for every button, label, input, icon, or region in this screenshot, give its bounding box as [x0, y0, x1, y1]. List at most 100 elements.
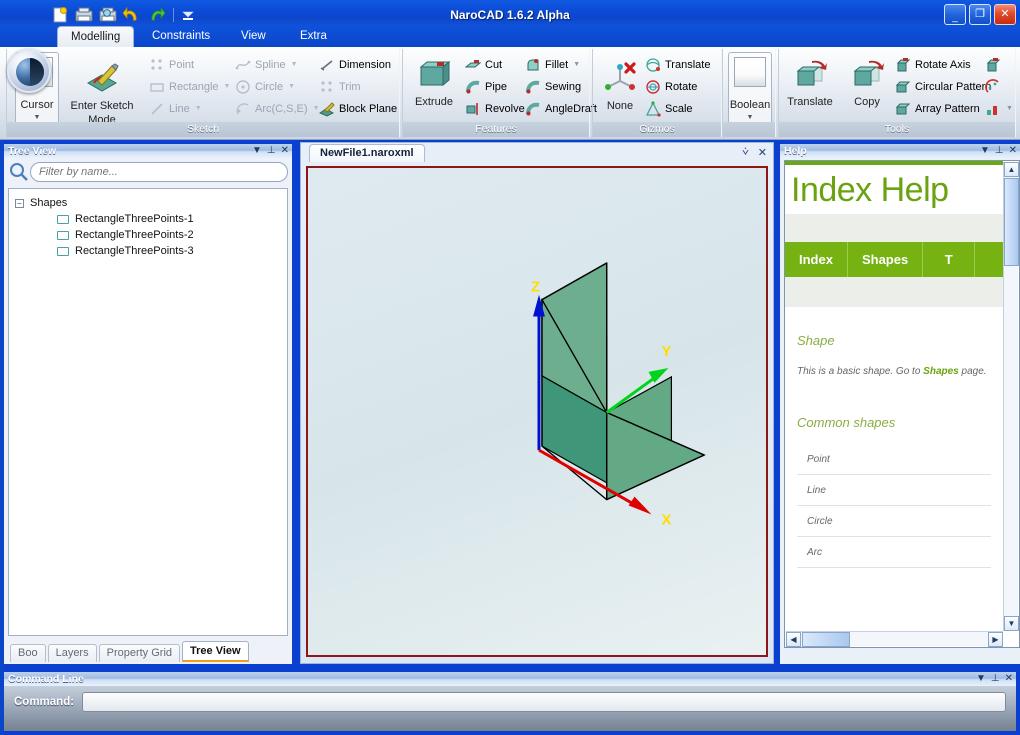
- sketch-arc-button[interactable]: Arc(C,S,E) ▼: [235, 98, 320, 119]
- help-pin-icon[interactable]: ⊥: [995, 144, 1004, 158]
- document-tab-close-icon[interactable]: ✕: [758, 146, 767, 159]
- save-as-icon[interactable]: [98, 5, 118, 25]
- tab-tree-view[interactable]: Tree View: [182, 641, 249, 662]
- tree-view-dropdown-icon[interactable]: ▼: [252, 144, 262, 158]
- feature-sewing-button[interactable]: Sewing: [525, 76, 581, 97]
- minimize-button[interactable]: _: [944, 4, 966, 25]
- sketch-line-button[interactable]: Line ▼: [149, 98, 202, 119]
- tree-item-rectangle-1[interactable]: RectangleThreePoints-1: [9, 211, 287, 227]
- sketch-circle-button[interactable]: Circle ▼: [235, 76, 295, 97]
- tools-circular-pattern-label: Circular Pattern: [915, 80, 992, 93]
- feature-angledraft-button[interactable]: AngleDraft: [525, 98, 597, 119]
- help-list-item-point[interactable]: Point: [797, 444, 991, 475]
- tools-rotate-axis-button[interactable]: Rotate Axis: [895, 54, 971, 75]
- open-file-icon[interactable]: [74, 5, 94, 25]
- gizmo-scale-button[interactable]: Scale: [645, 98, 693, 119]
- gizmo-translate-button[interactable]: Translate: [645, 54, 710, 75]
- tab-boo[interactable]: Boo: [10, 644, 46, 662]
- trim-icon: [319, 79, 335, 95]
- tools-copy-button[interactable]: Copy: [843, 59, 891, 108]
- 3d-viewport[interactable]: Z X Y: [306, 166, 768, 657]
- gizmo-none-button[interactable]: None: [597, 61, 643, 112]
- tree-item-rectangle-3[interactable]: RectangleThreePoints-3: [9, 243, 287, 259]
- tools-circular-pattern-button[interactable]: Circular Pattern: [895, 76, 991, 97]
- feature-revolve-button[interactable]: Revolve: [465, 98, 525, 119]
- sketch-rectangle-label: Rectangle: [169, 80, 219, 93]
- boolean-dropdown[interactable]: Boolean ▼: [728, 52, 772, 128]
- gizmo-rotate-button[interactable]: Rotate: [645, 76, 697, 97]
- sketch-spline-button[interactable]: Spline ▼: [235, 54, 298, 75]
- chevron-down-icon: ▼: [288, 83, 296, 90]
- help-list-item-line[interactable]: Line: [797, 475, 991, 506]
- close-button[interactable]: ✕: [994, 4, 1016, 25]
- search-input[interactable]: [30, 162, 288, 182]
- new-file-icon[interactable]: [50, 5, 70, 25]
- tab-layers[interactable]: Layers: [47, 644, 97, 662]
- maximize-button[interactable]: ❐: [969, 4, 991, 25]
- ribbon-group-gizmos: None Translate Rotate Scale Gizmos: [592, 49, 722, 137]
- document-tab-dropdown-icon[interactable]: ⩒: [742, 146, 749, 159]
- command-input[interactable]: [82, 692, 1006, 712]
- document-tab-newfile1[interactable]: NewFile1.naroxml: [309, 144, 425, 162]
- scroll-down-button[interactable]: ▼: [1004, 616, 1019, 631]
- tree-view-title: Tree View: [8, 145, 57, 157]
- help-vscroll-thumb[interactable]: [1004, 178, 1019, 266]
- undo-icon[interactable]: [122, 5, 142, 25]
- feature-fillet-button[interactable]: Fillet ▼: [525, 54, 580, 75]
- scroll-right-button[interactable]: ▶: [988, 632, 1003, 647]
- tools-array-pattern-alt-button[interactable]: ▼: [985, 98, 1013, 119]
- help-paragraph-link[interactable]: Shapes: [923, 366, 959, 377]
- tree-item-rectangle-2[interactable]: RectangleThreePoints-2: [9, 227, 287, 243]
- help-nav-t[interactable]: T: [923, 242, 976, 277]
- help-list-item-arc[interactable]: Arc: [797, 537, 991, 568]
- document-area: NewFile1.naroxml ⩒ ✕ Z X Y: [300, 142, 774, 664]
- feature-pipe-button[interactable]: Pipe: [465, 76, 507, 97]
- tab-extra[interactable]: Extra: [287, 26, 340, 48]
- help-horizontal-scrollbar[interactable]: ◀ ▶: [786, 631, 1003, 647]
- boolean-icon: [734, 57, 766, 87]
- help-list-item-circle[interactable]: Circle: [797, 506, 991, 537]
- command-line-dropdown-icon[interactable]: ▼: [976, 672, 986, 686]
- tab-property-grid[interactable]: Property Grid: [98, 644, 181, 662]
- help-hscroll-thumb[interactable]: [802, 632, 850, 647]
- tools-array-pattern-button[interactable]: Array Pattern: [895, 98, 980, 119]
- collapse-icon[interactable]: −: [15, 198, 24, 208]
- sketch-dimension-button[interactable]: Dimension: [319, 54, 391, 75]
- tools-mirror-button[interactable]: [985, 54, 1001, 75]
- tools-copy-label: Copy: [854, 96, 880, 108]
- tools-circular-pattern-alt-button[interactable]: [985, 76, 1001, 97]
- sketch-block-plane-button[interactable]: Block Plane: [318, 98, 397, 119]
- application-menu-button[interactable]: [7, 49, 51, 93]
- feature-revolve-label: Revolve: [485, 102, 525, 115]
- chevron-down-icon: ▼: [290, 61, 298, 68]
- scroll-left-button[interactable]: ◀: [786, 632, 801, 647]
- tab-constraints[interactable]: Constraints: [139, 26, 223, 48]
- tools-translate-button[interactable]: Translate: [779, 59, 841, 108]
- help-vertical-scrollbar[interactable]: ▲ ▼: [1003, 162, 1019, 631]
- axis-y-label: Y: [661, 344, 671, 360]
- tree-view-pin-icon[interactable]: ⊥: [267, 144, 276, 158]
- tree-node-shapes[interactable]: − Shapes: [9, 195, 287, 211]
- customize-toolbar-icon[interactable]: [181, 7, 195, 23]
- sketch-trim-button[interactable]: Trim: [319, 76, 361, 97]
- tab-view[interactable]: View: [228, 26, 279, 48]
- feature-cut-button[interactable]: Cut: [464, 54, 502, 75]
- enter-sketch-mode-button[interactable]: Enter Sketch Mode: [63, 61, 141, 126]
- extrude-button[interactable]: Extrude: [407, 59, 461, 108]
- tree-view-body[interactable]: − Shapes RectangleThreePoints-1 Rectangl…: [8, 188, 288, 636]
- help-nav-shapes[interactable]: Shapes: [848, 242, 924, 277]
- redo-icon[interactable]: [146, 5, 166, 25]
- scroll-up-button[interactable]: ▲: [1004, 162, 1019, 177]
- sketch-rectangle-button[interactable]: Rectangle ▼: [149, 76, 230, 97]
- help-close-icon[interactable]: ✕: [1009, 144, 1017, 158]
- tree-view-close-icon[interactable]: ✕: [281, 144, 289, 158]
- ribbon-group-tools-label: Tools: [779, 122, 1015, 137]
- help-header: Help ▼ ⊥ ✕: [780, 144, 1020, 158]
- help-nav-index[interactable]: Index: [785, 242, 848, 277]
- chevron-down-icon: ▼: [1006, 105, 1013, 112]
- sketch-point-button[interactable]: Point: [149, 54, 199, 75]
- command-line-pin-icon[interactable]: ⊥: [991, 672, 1000, 686]
- help-dropdown-icon[interactable]: ▼: [980, 144, 990, 158]
- command-line-close-icon[interactable]: ✕: [1005, 672, 1013, 686]
- tab-modelling[interactable]: Modelling: [57, 26, 135, 48]
